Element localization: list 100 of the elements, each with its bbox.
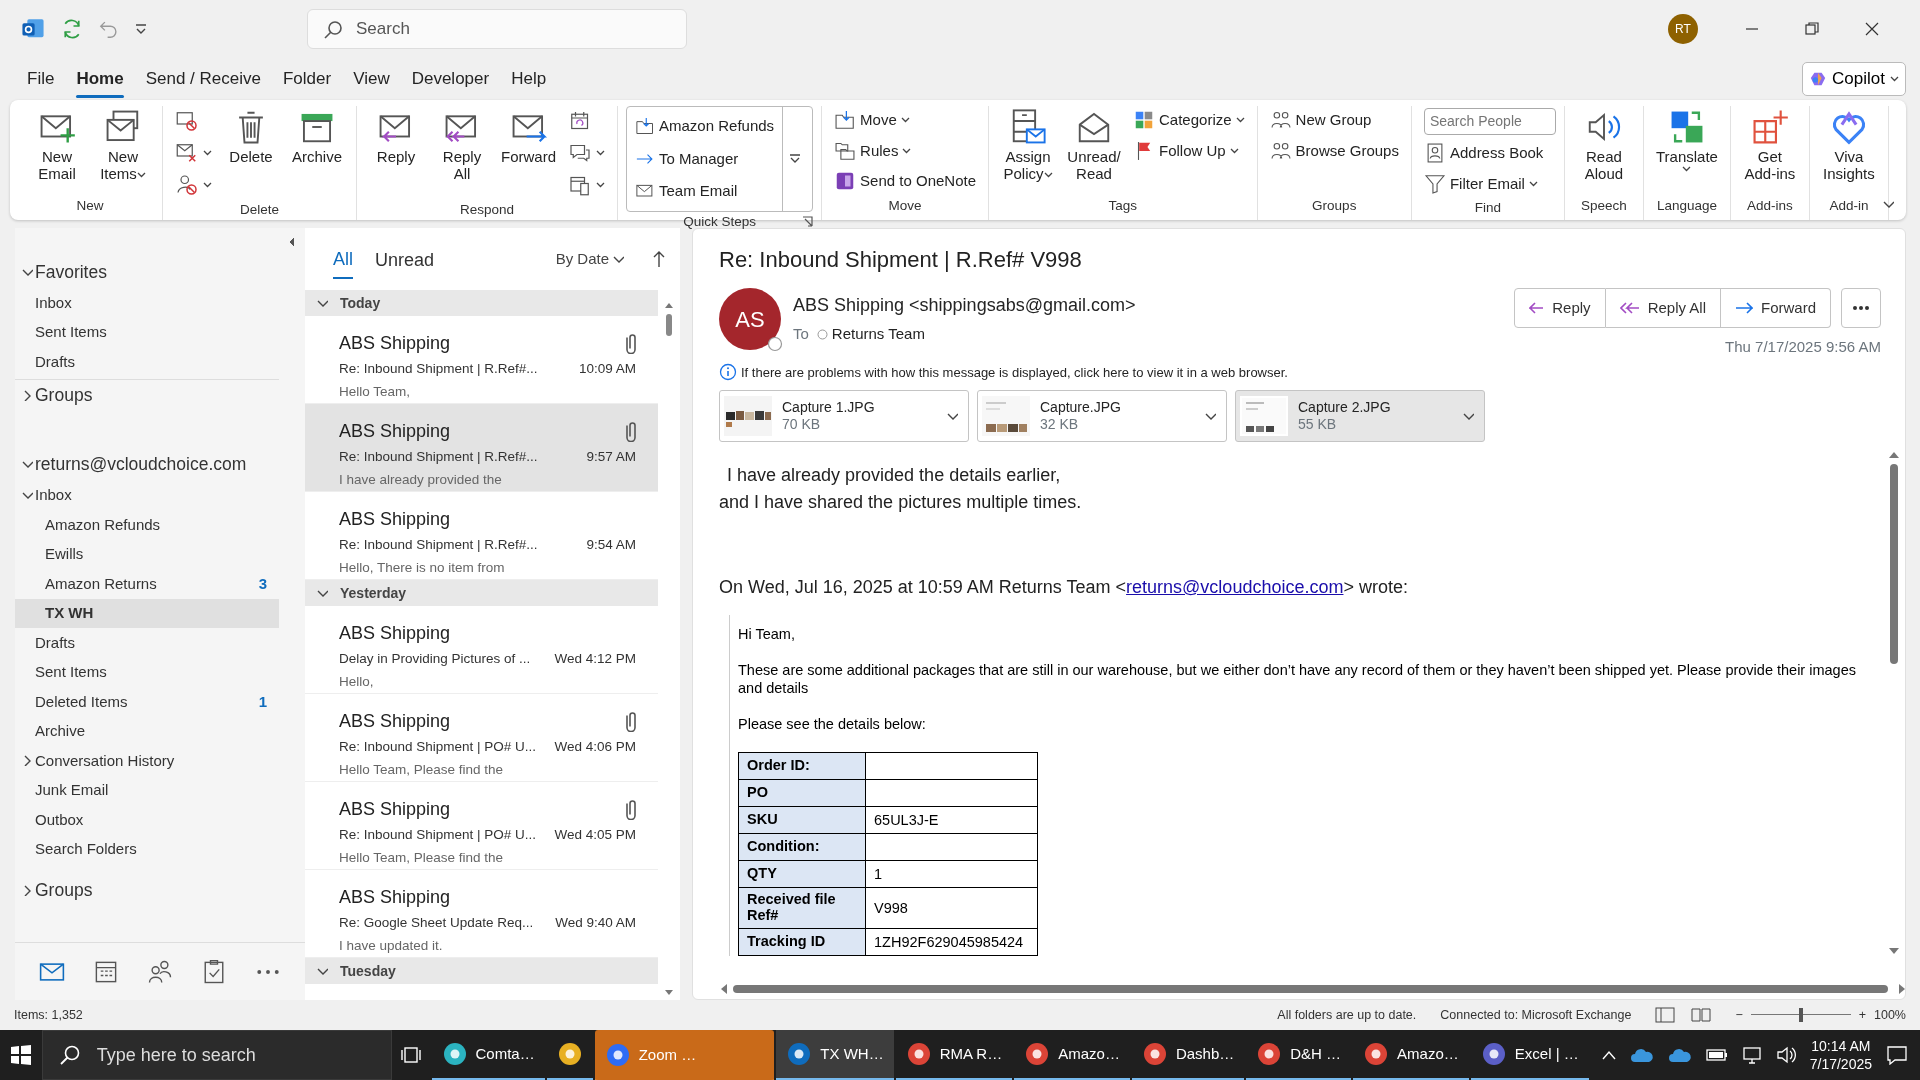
- taskbar-app[interactable]: Excel | …: [1470, 1030, 1589, 1080]
- ribbon-button[interactable]: Assign Policy: [997, 106, 1059, 184]
- ribbon-button[interactable]: Follow Up: [1129, 136, 1249, 165]
- folder-item[interactable]: TX WH: [15, 598, 279, 628]
- filter-tab[interactable]: Unread: [375, 240, 435, 278]
- cloud-icon[interactable]: [1667, 1047, 1692, 1063]
- ribbon-button[interactable]: Read Aloud: [1572, 106, 1635, 184]
- quick-step[interactable]: To Manager: [631, 143, 779, 174]
- ribbon-button[interactable]: New Email: [26, 106, 88, 184]
- message-item[interactable]: ABS Shipping Re: Inbound Shipment | PO# U... Wed 4:06 PM Hello Team, Please find the: [305, 694, 658, 782]
- menu-tab[interactable]: Folder: [271, 60, 343, 98]
- normal-view-icon[interactable]: [1655, 1007, 1676, 1023]
- cloud-icon[interactable]: [1629, 1047, 1654, 1063]
- folder-item[interactable]: Deleted Items 1: [15, 687, 279, 717]
- folder-item[interactable]: Conversation History: [15, 746, 279, 776]
- taskbar-app[interactable]: RMA R…: [895, 1030, 1013, 1080]
- chevron-up-icon[interactable]: [1601, 1050, 1616, 1060]
- folder-header[interactable]: Groups: [15, 874, 279, 906]
- folder-item[interactable]: Amazon Returns 3: [15, 569, 279, 599]
- ribbon-button[interactable]: Forward: [497, 106, 560, 168]
- menu-tab[interactable]: Send / Receive: [134, 60, 272, 98]
- taskbar-search-field[interactable]: Type here to search: [94, 1040, 375, 1070]
- collapse-pane-icon[interactable]: [287, 236, 297, 248]
- collapse-ribbon-icon[interactable]: [1883, 199, 1894, 210]
- ribbon-button[interactable]: Delete: [220, 106, 282, 168]
- menu-tab[interactable]: View: [342, 60, 401, 98]
- group-header[interactable]: Today: [305, 290, 658, 316]
- battery-icon[interactable]: [1705, 1048, 1728, 1062]
- folder-item[interactable]: Junk Email: [15, 775, 279, 805]
- folder-item[interactable]: Archive: [15, 716, 279, 746]
- menu-tab[interactable]: File: [16, 60, 66, 98]
- recipient-name[interactable]: Returns Team: [831, 323, 925, 346]
- ribbon-button[interactable]: Filter Email: [1419, 169, 1556, 198]
- folder-item[interactable]: Sent Items: [15, 317, 279, 347]
- reading-view-icon[interactable]: [1691, 1007, 1712, 1023]
- message-item[interactable]: ABS Shipping Re: Inbound Shipment | PO# U... Wed 4:05 PM Hello Team, Please find the: [305, 782, 658, 870]
- ribbon-button[interactable]: Send to OneNote: [830, 167, 980, 196]
- ribbon-button[interactable]: Reply: [365, 106, 427, 168]
- ribbon-button[interactable]: Move: [830, 106, 980, 135]
- restore-icon[interactable]: [1804, 21, 1820, 37]
- zoom-out-button[interactable]: −: [1735, 1005, 1743, 1025]
- ribbon-button[interactable]: Categorize: [1129, 106, 1249, 135]
- sort-dropdown[interactable]: By Date: [549, 246, 630, 272]
- folder-item[interactable]: Outbox: [15, 805, 279, 835]
- email-link[interactable]: returns@vcloudchoice.com: [1126, 577, 1344, 597]
- taskbar-app[interactable]: Dashb…: [1131, 1030, 1245, 1080]
- ribbon-button[interactable]: New Items: [92, 106, 154, 184]
- folder-item[interactable]: Sent Items: [15, 657, 279, 687]
- clock-time[interactable]: 10:14 AM: [1809, 1036, 1872, 1055]
- taskbar-search-box[interactable]: Type here to search: [41, 1030, 392, 1080]
- zoom-in-button[interactable]: +: [1858, 1005, 1866, 1025]
- group-header[interactable]: Yesterday: [305, 580, 658, 606]
- folder-item[interactable]: Inbox: [15, 288, 279, 318]
- network-icon[interactable]: [1741, 1046, 1762, 1064]
- sort-arrow-icon[interactable]: [652, 250, 666, 268]
- message-item[interactable]: ABS Shipping Delay in Providing Pictures of ... Wed 4:12 PM Hello,: [305, 606, 658, 694]
- ribbon-button[interactable]: New Group: [1265, 106, 1403, 135]
- ribbon-button[interactable]: Get Add-ins: [1738, 106, 1801, 184]
- taskbar-app[interactable]: Amazo…: [1014, 1030, 1130, 1080]
- scrollbar[interactable]: [719, 983, 1905, 995]
- folder-item[interactable]: Drafts: [15, 347, 279, 377]
- taskbar-app[interactable]: Amazo…: [1353, 1030, 1469, 1080]
- zoom-slider[interactable]: [1750, 1008, 1851, 1022]
- folder-item[interactable]: Amazon Refunds: [15, 510, 279, 540]
- message-item[interactable]: ABS Shipping Re: Inbound Shipment | R.Ref#... 9:57 AM I have already provided the: [305, 404, 658, 492]
- action-button[interactable]: Reply All: [1605, 288, 1721, 328]
- folder-item[interactable]: Inbox: [15, 480, 279, 510]
- folder-item[interactable]: Drafts: [15, 628, 279, 658]
- taskbar-app[interactable]: Zoom …: [594, 1030, 775, 1080]
- action-button[interactable]: Reply: [1514, 288, 1606, 328]
- quick-step[interactable]: Amazon Refunds: [631, 111, 779, 142]
- folder-header[interactable]: returns@vcloudchoice.com: [15, 448, 279, 481]
- filter-tab[interactable]: All: [333, 239, 353, 279]
- taskbar-app[interactable]: Comta…: [431, 1030, 545, 1080]
- start-icon[interactable]: [9, 1044, 32, 1066]
- task-view-icon[interactable]: [400, 1044, 423, 1066]
- attachment-card[interactable]: Capture 2.JPG 55 KB: [1235, 390, 1485, 442]
- clock-date[interactable]: 7/17/2025: [1809, 1055, 1872, 1074]
- taskbar-app[interactable]: D&H …: [1246, 1030, 1352, 1080]
- folder-item[interactable]: Search Folders: [15, 834, 279, 864]
- copilot-button[interactable]: Copilot: [1802, 62, 1906, 96]
- search-box[interactable]: Search: [307, 9, 687, 49]
- folder-item[interactable]: Ewills: [15, 539, 279, 569]
- ribbon-button[interactable]: Browse Groups: [1265, 136, 1403, 165]
- close-icon[interactable]: [1864, 21, 1880, 37]
- more-actions-button[interactable]: [1841, 288, 1881, 328]
- taskbar-app[interactable]: TX WH…: [776, 1030, 894, 1080]
- user-avatar[interactable]: RT: [1668, 14, 1698, 44]
- info-message[interactable]: If there are problems with how this message is displayed, click here to view it in a web browser.: [741, 362, 1288, 382]
- dialog-launcher-icon[interactable]: [802, 215, 814, 227]
- search-people-field[interactable]: Search People: [1423, 108, 1556, 135]
- ribbon-button[interactable]: Viva Insights: [1817, 106, 1880, 184]
- folder-header[interactable]: Groups: [15, 378, 279, 411]
- attachment-card[interactable]: Capture 1.JPG 70 KB: [719, 390, 969, 442]
- ribbon-button[interactable]: Translate: [1651, 106, 1722, 174]
- ribbon-button[interactable]: Rules: [830, 136, 980, 165]
- ribbon-button[interactable]: Address Book: [1419, 139, 1556, 168]
- attachment-card[interactable]: Capture.JPG 32 KB: [977, 390, 1227, 442]
- customize-caret-icon[interactable]: [134, 23, 148, 35]
- ribbon-button[interactable]: Unread/ Read: [1063, 106, 1125, 184]
